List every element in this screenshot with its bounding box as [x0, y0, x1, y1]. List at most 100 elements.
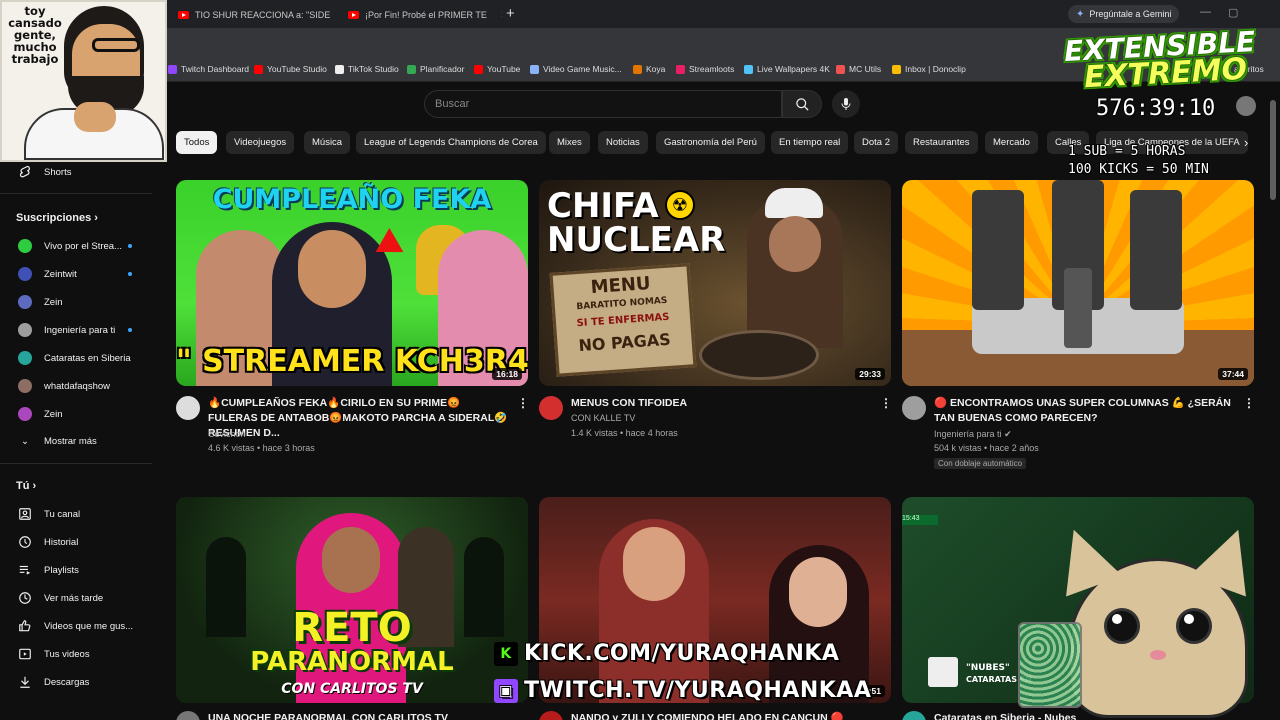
sidebar-item-label: Shorts [44, 166, 72, 178]
channel-name[interactable]: CON KALLE TV [571, 411, 635, 426]
subscriptions-heading[interactable]: Suscripciones › [16, 212, 98, 224]
avatar[interactable] [539, 396, 563, 420]
youtube-icon [178, 11, 189, 19]
sidebar-item-label: Tu canal [44, 508, 81, 520]
show-more-button[interactable]: ⌄ Mostrar más [0, 428, 152, 454]
thumb-face [789, 557, 847, 627]
sidebar-item-label: Cataratas en Siberia [44, 352, 131, 364]
sidebar-item-you[interactable]: Videos que me gus... [0, 613, 152, 639]
new-tab-button[interactable]: + [506, 5, 515, 22]
filter-chip[interactable]: Mixes [549, 131, 590, 154]
sidebar-subscription-item[interactable]: whatdafaqshow [0, 373, 152, 399]
avatar[interactable] [902, 711, 926, 720]
sidebar-subscription-item[interactable]: Zein [0, 401, 152, 427]
video-title[interactable]: UNA NOCHE PARANORMAL CON CARLITOS TV [208, 711, 508, 720]
filter-chip[interactable]: En tiempo real [771, 131, 849, 154]
thumb-caption: RETO [292, 605, 412, 651]
bookmark-item[interactable]: TikTok Studio [335, 64, 399, 74]
search-input[interactable] [435, 91, 765, 117]
more-options-icon[interactable]: ⋮ [880, 396, 892, 410]
avatar[interactable] [176, 396, 200, 420]
filter-chip[interactable]: Todos [176, 131, 218, 154]
sidebar-subscription-item[interactable]: Zein [0, 289, 152, 315]
sidebar-item-you[interactable]: Descargas [0, 669, 152, 695]
bookmark-label: Video Game Music... [543, 64, 622, 74]
new-content-indicator [128, 272, 132, 276]
bookmark-item[interactable]: Planificador [407, 64, 464, 74]
maximize-icon[interactable]: ▢ [1228, 6, 1238, 19]
duration-badge: 16:18 [492, 368, 522, 380]
sidebar-subscription-item[interactable]: Ingeniería para ti [0, 317, 152, 343]
divider [0, 193, 152, 194]
thumbs-up-icon [19, 620, 31, 632]
tab-title: TIO SHUR REACCIONA a: "SIDE [195, 10, 331, 20]
filter-chip[interactable]: Música [304, 131, 351, 154]
sidebar-item-you[interactable]: Historial [0, 529, 152, 555]
bookmark-item[interactable]: Twitch Dashboard [168, 64, 249, 74]
bookmark-item[interactable]: Video Game Music... [530, 64, 622, 74]
video-thumbnail[interactable]: 37:44 [902, 180, 1254, 386]
sidebar-subscription-item[interactable]: Vivo por el Strea... [0, 233, 152, 259]
voice-search-button[interactable] [832, 90, 860, 118]
avatar[interactable] [902, 396, 926, 420]
more-options-icon[interactable]: ⋮ [517, 396, 529, 410]
video-title[interactable]: NANDO y ZULLY COMIENDO HELADO EN CANCUN … [571, 711, 871, 720]
sidebar-item-you[interactable]: Tus videos [0, 641, 152, 667]
filter-chip[interactable]: League of Legends Champions de Corea [356, 131, 546, 154]
video-title[interactable]: MENUS CON TIFOIDEA [571, 396, 871, 411]
filter-chip[interactable]: Noticias [598, 131, 648, 154]
avatar[interactable] [176, 711, 200, 720]
gemini-icon: ✦ [1076, 8, 1085, 20]
video-thumbnail[interactable]: RETO PARANORMAL CON CARLITOS TV [176, 497, 528, 703]
twitch-url: TWITCH.TV/YURAQHANKAA [524, 678, 872, 703]
chevron-right-icon[interactable]: › [1244, 135, 1248, 150]
filter-chip[interactable]: Mercado [985, 131, 1038, 154]
sidebar-subscription-item[interactable]: Zeintwit [0, 261, 152, 287]
browser-tab[interactable]: TIO SHUR REACCIONA a: "SIDE × [170, 4, 338, 26]
youtube-icon [348, 11, 359, 19]
new-content-indicator [128, 244, 132, 248]
sidebar-item-shorts[interactable]: Shorts [0, 159, 152, 185]
video-thumbnail[interactable]: MENU BARATITO NOMAS SI TE ENFERMAS NO PA… [539, 180, 891, 386]
browser-tab[interactable]: ¡Por Fin! Probé el PRIMER TE × [340, 4, 502, 26]
you-heading[interactable]: Tú › [16, 480, 36, 492]
bookmark-item[interactable]: YouTube Studio [254, 64, 327, 74]
video-thumbnail[interactable]: 14:51 [539, 497, 891, 703]
video-thumbnail[interactable]: CUMPLEAÑO FEKA " STREAMER KCH3R4S " 16:1… [176, 180, 528, 386]
bookmark-item[interactable]: MC Utils [836, 64, 881, 74]
sidebar-subscription-item[interactable]: Cataratas en Siberia [0, 345, 152, 371]
dubbing-badge: Con doblaje automático [934, 458, 1027, 469]
tab-title: ¡Por Fin! Probé el PRIMER TE [365, 10, 487, 20]
bookmark-item[interactable]: Koya [633, 64, 665, 74]
bookmark-icon [407, 64, 416, 74]
filter-chip[interactable]: Videojuegos [226, 131, 295, 154]
video-title[interactable]: 🔥CUMPLEAÑOS FEKA🔥CIRILO EN SU PRIME😡FULE… [208, 396, 508, 441]
bookmark-item[interactable]: Live Wallpapers 4K [744, 64, 830, 74]
bookmark-item[interactable]: YouTube [474, 64, 520, 74]
sidebar-item-label: Zein [44, 408, 63, 420]
bookmark-item[interactable]: Streamloots [676, 64, 734, 74]
radio-logo-icon [928, 657, 958, 687]
sidebar-item-you[interactable]: Tu canal [0, 501, 152, 527]
sidebar-item-you[interactable]: Ver más tarde [0, 585, 152, 611]
streamer-hand [74, 102, 116, 132]
search-button[interactable] [782, 90, 822, 118]
channel-name[interactable]: Cevichon [208, 427, 246, 442]
close-icon[interactable]: × [501, 9, 502, 21]
filter-chip[interactable]: Gastronomía del Perú [656, 131, 765, 154]
account-avatar[interactable] [1236, 96, 1256, 116]
channel-avatar [18, 379, 32, 393]
scrollbar[interactable] [1270, 100, 1276, 200]
avatar[interactable] [539, 711, 563, 720]
filter-chip[interactable]: Dota 2 [854, 131, 898, 154]
filter-chip[interactable]: Restaurantes [905, 131, 978, 154]
bookmark-label: Planificador [420, 64, 465, 74]
minimize-icon[interactable]: — [1200, 6, 1211, 18]
channel-name[interactable]: Ingeniería para ti ✔ [934, 427, 1012, 442]
gemini-button[interactable]: ✦ Pregúntale a Gemini [1068, 5, 1180, 23]
sidebar-item-you[interactable]: Playlists [0, 557, 152, 583]
kick-icon: K [494, 641, 518, 666]
bookmark-item[interactable]: Inbox | Donoclip [892, 64, 966, 74]
video-title[interactable]: 🔴 ENCONTRAMOS UNAS SUPER COLUMNAS 💪 ¿SER… [934, 396, 1234, 426]
more-options-icon[interactable]: ⋮ [1243, 396, 1255, 410]
